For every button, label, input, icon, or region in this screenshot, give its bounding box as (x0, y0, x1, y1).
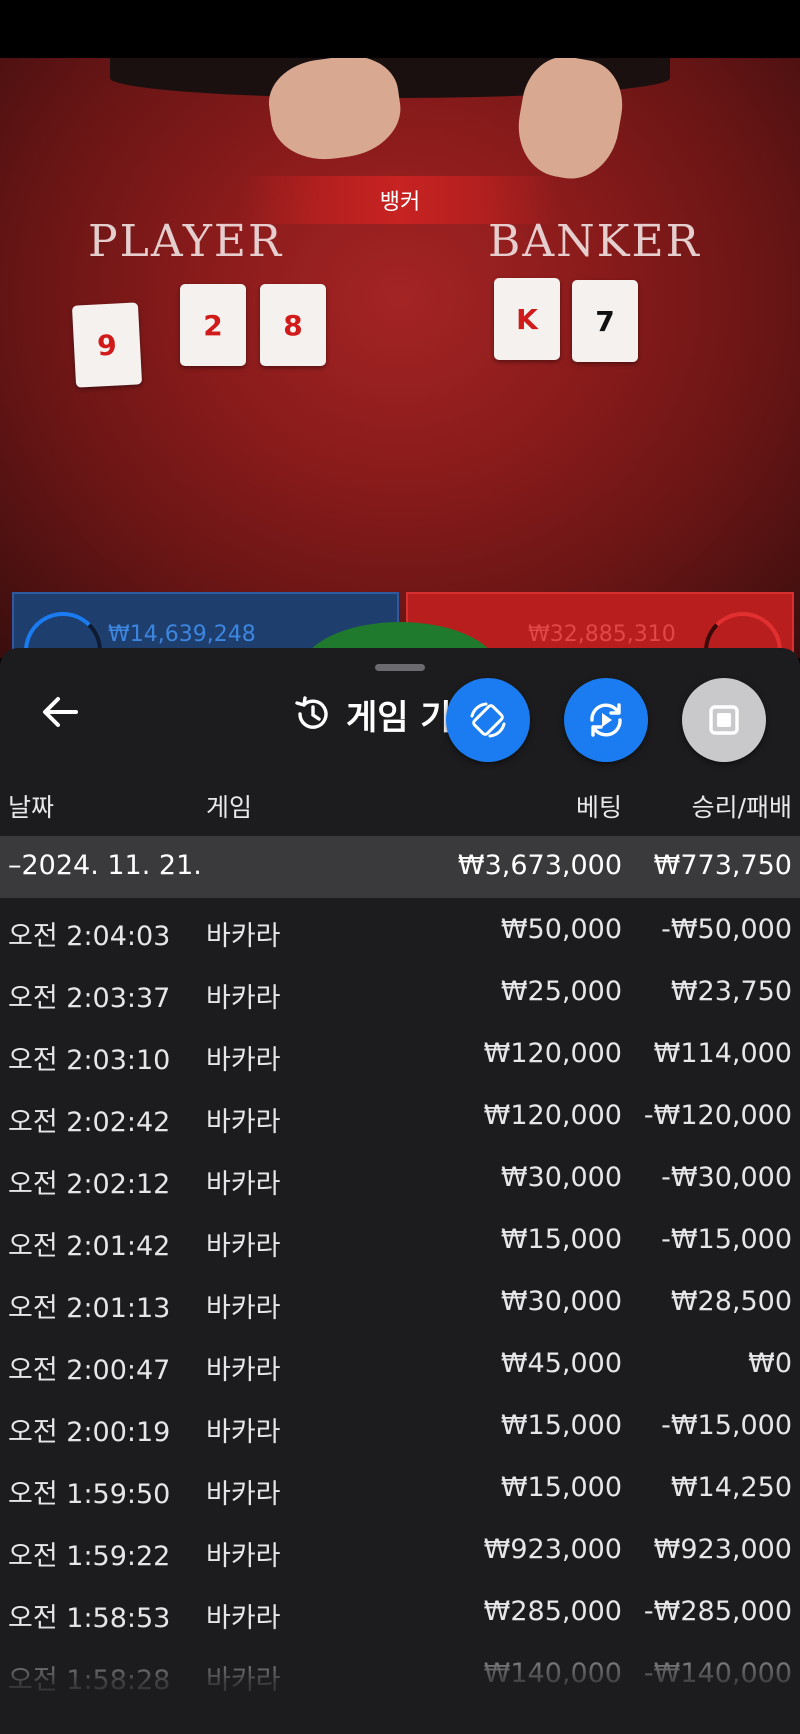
row-time: 오전 2:00:47 (8, 1355, 171, 1386)
table-row[interactable]: 오전 2:03:10 바카라 ₩120,000 ₩114,000 (0, 1022, 800, 1084)
table-row[interactable]: 오전 1:59:50 바카라 ₩15,000 ₩14,250 (0, 1456, 800, 1518)
table-row[interactable]: 오전 2:02:12 바카라 ₩30,000 -₩30,000 (0, 1146, 800, 1208)
row-game: 바카라 (206, 1479, 281, 1510)
replay-icon (590, 703, 622, 737)
row-winloss: -₩285,000 (643, 1596, 792, 1627)
banker-card-1: K (494, 278, 560, 360)
col-winloss[interactable]: 승리/패배 (692, 788, 792, 824)
table-row[interactable]: 오전 2:04:03 바카라 ₩50,000 -₩50,000 (0, 898, 800, 960)
col-game[interactable]: 게임 (206, 788, 252, 824)
row-time: 오전 2:00:19 (8, 1417, 171, 1448)
table-row[interactable]: 오전 1:58:28 바카라 ₩140,000 -₩140,000 (0, 1642, 800, 1704)
group-date: –2024. 11. 21. (8, 850, 202, 881)
banker-label: BANKER (488, 216, 701, 267)
row-game: 바카라 (206, 1665, 281, 1696)
row-winloss: -₩15,000 (661, 1224, 792, 1255)
table-row[interactable]: 오전 2:01:13 바카라 ₩30,000 ₩28,500 (0, 1270, 800, 1332)
row-game: 바카라 (206, 1169, 281, 1200)
row-time: 오전 2:02:12 (8, 1169, 171, 1200)
table-row[interactable]: 오전 1:59:22 바카라 ₩923,000 ₩923,000 (0, 1518, 800, 1580)
dealer-left-hand (263, 58, 407, 167)
row-time: 오전 2:03:10 (8, 1045, 171, 1076)
row-time: 오전 2:01:13 (8, 1293, 171, 1324)
col-date[interactable]: 날짜 (8, 788, 54, 824)
row-bet: ₩15,000 (500, 1224, 622, 1255)
row-time: 오전 1:59:22 (8, 1541, 171, 1572)
group-bet-total: ₩3,673,000 (457, 850, 622, 881)
arrow-left-icon (43, 697, 78, 727)
row-game: 바카라 (206, 983, 281, 1014)
table-row[interactable]: 오전 2:00:19 바카라 ₩15,000 -₩15,000 (0, 1394, 800, 1456)
row-bet: ₩140,000 (483, 1658, 622, 1689)
row-game: 바카라 (206, 921, 281, 952)
table-row[interactable]: 오전 1:58:53 바카라 ₩285,000 -₩285,000 (0, 1580, 800, 1642)
table-row[interactable]: 오전 2:02:42 바카라 ₩120,000 -₩120,000 (0, 1084, 800, 1146)
group-winloss-total: ₩773,750 (653, 850, 792, 881)
row-time: 오전 1:58:28 (8, 1665, 171, 1696)
row-game: 바카라 (206, 1293, 281, 1324)
row-game: 바카라 (206, 1045, 281, 1076)
row-time: 오전 2:03:37 (8, 983, 171, 1014)
stop-button[interactable] (682, 678, 766, 762)
row-time: 오전 1:58:53 (8, 1603, 171, 1634)
row-time: 오전 2:04:03 (8, 921, 171, 952)
banker-card-2: 7 (572, 280, 638, 362)
row-game: 바카라 (206, 1541, 281, 1572)
row-bet: ₩45,000 (500, 1348, 622, 1379)
replay-button[interactable] (564, 678, 648, 762)
row-bet: ₩15,000 (500, 1410, 622, 1441)
row-bet: ₩50,000 (500, 914, 622, 945)
row-winloss: -₩140,000 (643, 1658, 792, 1689)
row-bet: ₩30,000 (500, 1286, 622, 1317)
row-time: 오전 1:59:50 (8, 1479, 171, 1510)
row-winloss: -₩15,000 (661, 1410, 792, 1441)
table-row[interactable]: 오전 2:03:37 바카라 ₩25,000 ₩23,750 (0, 960, 800, 1022)
sheet-grabber[interactable] (375, 664, 425, 671)
row-bet: ₩285,000 (483, 1596, 622, 1627)
rotate-screen-button[interactable] (446, 678, 530, 762)
player-bet-total: ₩14,639,248 (108, 622, 256, 647)
row-game: 바카라 (206, 1107, 281, 1138)
table-row[interactable]: 오전 2:01:42 바카라 ₩15,000 -₩15,000 (0, 1208, 800, 1270)
row-game: 바카라 (206, 1231, 281, 1262)
player-label: PLAYER (88, 216, 284, 267)
row-bet: ₩30,000 (500, 1162, 622, 1193)
row-bet: ₩923,000 (483, 1534, 622, 1565)
history-clock-icon (295, 696, 328, 729)
row-winloss: ₩28,500 (670, 1286, 792, 1317)
player-card-1: 9 (71, 302, 143, 388)
row-bet: ₩25,000 (500, 976, 622, 1007)
row-time: 오전 2:01:42 (8, 1231, 171, 1262)
back-button[interactable] (36, 688, 84, 736)
player-card-3: 8 (260, 284, 326, 366)
banker-bet-total: ₩32,885,310 (528, 622, 676, 647)
game-history-sheet: 게임 기록 날짜 게임 베팅 승리/패배 –2024. 11. 21. ₩3,6… (0, 648, 800, 1734)
history-list: 오전 2:04:03 바카라 ₩50,000 -₩50,000 오전 2:03:37 바카… (0, 898, 800, 1704)
row-winloss: ₩114,000 (653, 1038, 792, 1069)
status-bar (0, 0, 800, 58)
row-winloss: ₩0 (748, 1348, 792, 1379)
table-header: 날짜 게임 베팅 승리/패배 (0, 784, 800, 824)
row-winloss: -₩120,000 (643, 1100, 792, 1131)
row-winloss: ₩23,750 (670, 976, 792, 1007)
row-winloss: ₩14,250 (670, 1472, 792, 1503)
table-row[interactable]: 오전 2:00:47 바카라 ₩45,000 ₩0 (0, 1332, 800, 1394)
row-time: 오전 2:02:42 (8, 1107, 171, 1138)
row-bet: ₩120,000 (483, 1100, 622, 1131)
rotate-screen-icon (470, 702, 506, 738)
row-winloss: -₩50,000 (661, 914, 792, 945)
row-bet: ₩15,000 (500, 1472, 622, 1503)
row-game: 바카라 (206, 1417, 281, 1448)
row-winloss: -₩30,000 (661, 1162, 792, 1193)
col-bet[interactable]: 베팅 (576, 788, 622, 824)
player-card-2: 2 (180, 284, 246, 366)
row-game: 바카라 (206, 1355, 281, 1386)
row-bet: ₩120,000 (483, 1038, 622, 1069)
row-game: 바카라 (206, 1603, 281, 1634)
row-winloss: ₩923,000 (653, 1534, 792, 1565)
date-group-row[interactable]: –2024. 11. 21. ₩3,673,000 ₩773,750 (0, 836, 800, 898)
stop-square-icon (709, 705, 739, 735)
live-video-feed: 뱅커 PLAYER BANKER 9 2 8 K 7 (0, 58, 800, 658)
